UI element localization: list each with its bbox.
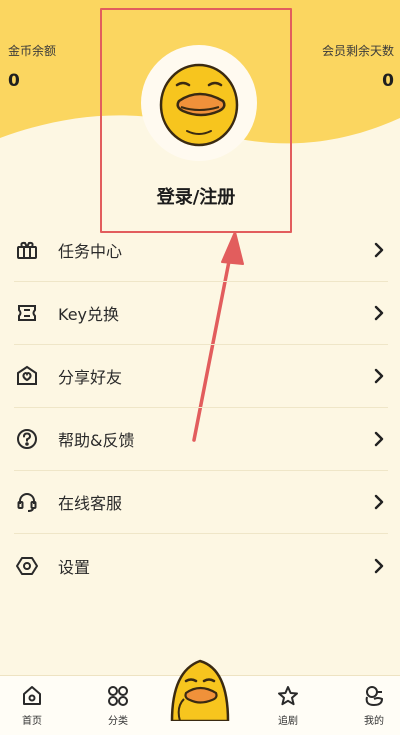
menu-list: 任务中心 Key兑换 分享好友 帮助&反馈 在线客服 设置 bbox=[0, 219, 400, 597]
star-icon bbox=[278, 686, 298, 706]
ticket-icon bbox=[14, 300, 40, 326]
chevron-right-icon bbox=[374, 242, 384, 258]
coin-balance[interactable]: 金币余额 0 bbox=[8, 42, 56, 91]
settings-hex-icon bbox=[14, 553, 40, 579]
duck-mascot-icon[interactable] bbox=[166, 655, 234, 721]
tab-home-label: 首页 bbox=[22, 716, 42, 727]
menu-item-share-friends[interactable]: 分享好友 bbox=[14, 345, 388, 408]
chevron-right-icon bbox=[374, 368, 384, 384]
question-icon bbox=[14, 426, 40, 452]
menu-item-label: 分享好友 bbox=[58, 368, 123, 387]
tab-category-label: 分类 bbox=[108, 716, 128, 727]
menu-item-key-redeem[interactable]: Key兑换 bbox=[14, 282, 388, 345]
menu-item-task-center[interactable]: 任务中心 bbox=[14, 219, 388, 282]
menu-item-label: 在线客服 bbox=[58, 494, 123, 513]
menu-item-online-service[interactable]: 在线客服 bbox=[14, 471, 388, 534]
menu-item-help-feedback[interactable]: 帮助&反馈 bbox=[14, 408, 388, 471]
vip-days-value: 0 bbox=[382, 71, 394, 91]
tab-category[interactable]: 分类 bbox=[94, 684, 142, 727]
highlight-annotation-box bbox=[100, 8, 292, 233]
heart-envelope-icon bbox=[14, 363, 40, 389]
vip-days-label: 会员剩余天数 bbox=[321, 44, 394, 58]
menu-item-settings[interactable]: 设置 bbox=[14, 534, 388, 597]
tab-follow-label: 追剧 bbox=[278, 716, 298, 727]
coin-balance-value: 0 bbox=[8, 71, 20, 91]
tab-follow[interactable]: 追剧 bbox=[264, 684, 312, 727]
headset-icon bbox=[14, 489, 40, 515]
menu-item-label: Key兑换 bbox=[58, 305, 120, 324]
tab-home[interactable]: 首页 bbox=[8, 684, 56, 727]
coin-balance-label: 金币余额 bbox=[8, 44, 57, 58]
menu-item-label: 设置 bbox=[58, 557, 91, 577]
chevron-right-icon bbox=[374, 494, 384, 510]
menu-item-label: 帮助&反馈 bbox=[58, 431, 135, 450]
duck-profile-icon bbox=[365, 686, 384, 707]
chevron-right-icon bbox=[374, 558, 384, 573]
tab-mine[interactable]: 我的 bbox=[350, 684, 398, 727]
chevron-right-icon bbox=[374, 431, 384, 447]
grid-icon bbox=[108, 686, 128, 706]
chevron-right-icon bbox=[374, 305, 384, 321]
vip-days[interactable]: 会员剩余天数 0 bbox=[322, 42, 394, 91]
gift-icon bbox=[14, 237, 40, 263]
menu-item-label: 任务中心 bbox=[58, 242, 123, 261]
home-icon bbox=[23, 686, 41, 705]
tab-mine-label: 我的 bbox=[364, 716, 384, 727]
